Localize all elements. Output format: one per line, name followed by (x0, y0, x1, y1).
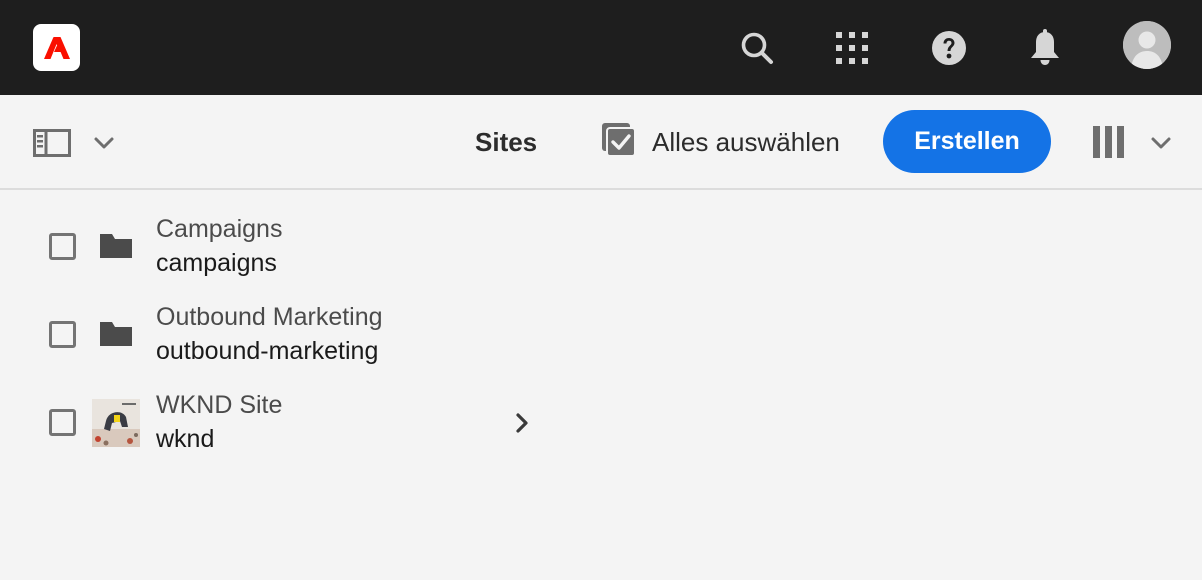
view-switcher-chevron-down-icon[interactable] (1149, 131, 1173, 155)
list-item[interactable]: Campaigns campaigns (0, 198, 560, 286)
select-all-label[interactable]: Alles auswählen (652, 127, 840, 158)
column-view-icon[interactable] (1092, 125, 1126, 159)
list-item[interactable]: Outbound Marketing outbound-marketing (0, 286, 560, 374)
user-avatar-icon[interactable] (1123, 21, 1171, 69)
action-bar: Sites Alles auswählen Erstellen (0, 95, 1202, 190)
chevron-down-icon[interactable] (92, 131, 116, 155)
row-title: Outbound Marketing (156, 303, 383, 331)
side-rail-toggle-icon[interactable] (33, 128, 73, 158)
site-thumbnail-image (92, 399, 140, 447)
row-name: campaigns (156, 249, 277, 277)
list-item[interactable]: WKND Site wknd (0, 374, 560, 462)
row-title: WKND Site (156, 391, 283, 419)
page-title: Sites (475, 127, 538, 157)
adobe-logo-icon[interactable] (33, 24, 80, 71)
chevron-right-icon[interactable] (510, 411, 534, 435)
folder-icon (92, 222, 140, 270)
row-checkbox[interactable] (49, 233, 76, 260)
select-all-control[interactable]: Alles auswählen (602, 122, 840, 162)
select-all-checkbox-icon[interactable] (602, 122, 636, 162)
bell-icon[interactable] (1023, 26, 1067, 70)
apps-grid-icon[interactable] (830, 26, 874, 70)
row-checkbox[interactable] (49, 409, 76, 436)
top-navigation-bar (0, 0, 1202, 95)
row-name: wknd (156, 425, 215, 453)
create-button[interactable]: Erstellen (883, 110, 1051, 173)
row-title: Campaigns (156, 215, 283, 243)
help-icon[interactable] (927, 26, 971, 70)
folder-icon (92, 310, 140, 358)
row-checkbox[interactable] (49, 321, 76, 348)
search-icon[interactable] (735, 26, 779, 70)
row-name: outbound-marketing (156, 337, 379, 365)
